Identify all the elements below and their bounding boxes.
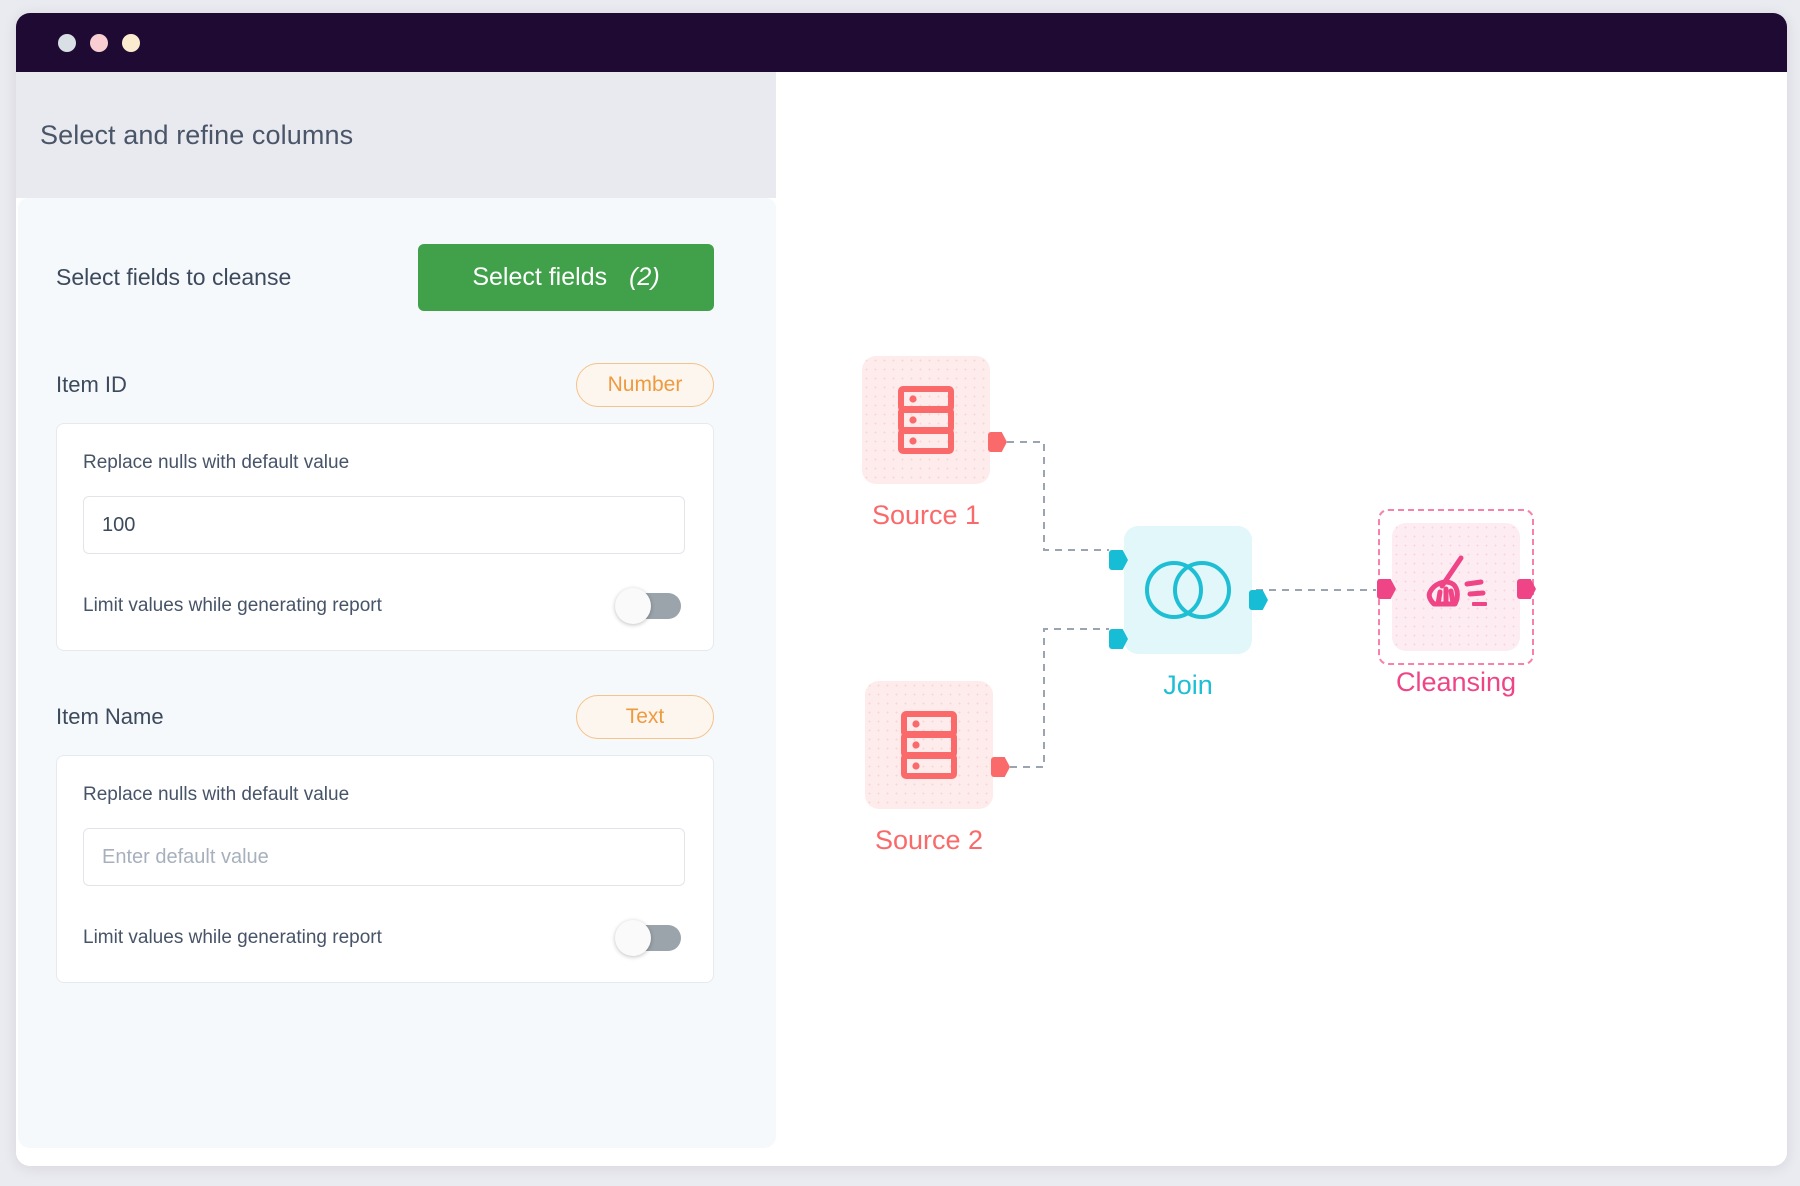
field-card: Replace nulls with default value Limit v… [56, 755, 714, 983]
minimize-dot[interactable] [90, 33, 108, 52]
field-card: Replace nulls with default value Limit v… [56, 423, 714, 651]
select-fields-button-label: Select fields [472, 263, 608, 291]
status-badge[interactable]: Text [576, 695, 714, 739]
limit-values-label: Limit values while generating report [83, 595, 382, 616]
select-fields-label: Select fields to cleanse [56, 264, 292, 290]
status-badge[interactable]: Number [576, 363, 714, 407]
flow-canvas[interactable]: Source 1 Source 2 Join Cleansing [776, 72, 1787, 1166]
database-icon [901, 711, 957, 779]
app-window: Select and refine columns Select fields … [16, 13, 1787, 1166]
input-port[interactable] [1377, 579, 1396, 599]
flow-node-label: Cleansing [1395, 667, 1517, 697]
toggle-knob [615, 920, 651, 956]
field-name-label: Item Name [56, 704, 164, 729]
node-box[interactable] [862, 356, 1007, 484]
limit-values-row: Limit values while generating report [83, 920, 685, 956]
toggle-knob [615, 588, 651, 624]
panel-header: Select and refine columns [16, 72, 776, 198]
database-icon [898, 386, 954, 454]
input-port-top[interactable] [1109, 550, 1128, 570]
flow-node-label: Join [1163, 670, 1213, 700]
limit-values-toggle[interactable] [615, 588, 681, 624]
close-dot[interactable] [58, 33, 76, 52]
flow-node-cleansing[interactable]: Cleansing [1377, 509, 1536, 698]
limit-values-row: Limit values while generating report [83, 588, 685, 624]
default-value-label: Replace nulls with default value [83, 452, 350, 473]
default-value-label: Replace nulls with default value [83, 784, 350, 805]
output-port[interactable] [991, 757, 1010, 777]
output-port[interactable] [1517, 579, 1536, 599]
select-fields-button[interactable]: Select fields (2) [418, 244, 714, 311]
venn-circles-icon [1145, 561, 1231, 619]
flow-node-label: Source 1 [871, 500, 981, 530]
settings-panel: Select and refine columns Select fields … [16, 72, 776, 1166]
panel-body: Select fields to cleanse Select fields (… [18, 198, 776, 1148]
page-title: Select and refine columns [40, 119, 354, 150]
field-group-item-id: Item ID Number Replace nulls with defaul… [56, 363, 742, 651]
flow-node-label: Source 2 [874, 825, 984, 855]
output-port[interactable] [1249, 590, 1268, 610]
limit-values-label: Limit values while generating report [83, 927, 382, 948]
node-box[interactable] [1377, 509, 1536, 665]
default-value-input[interactable] [83, 828, 685, 886]
flow-node-join[interactable]: Join [1109, 526, 1268, 701]
field-group-item-name: Item Name Text Replace nulls with defaul… [56, 695, 742, 983]
flow-node-source1[interactable]: Source 1 [862, 356, 1007, 531]
node-box[interactable] [865, 681, 1010, 809]
title-bar [16, 13, 1787, 72]
field-name-label: Item ID [56, 372, 127, 397]
select-fields-row: Select fields to cleanse Select fields (… [56, 244, 742, 311]
select-fields-count: (2) [629, 263, 660, 291]
connection-wires [929, 441, 1376, 768]
broom-icon [1426, 555, 1487, 607]
output-port[interactable] [988, 432, 1007, 452]
default-value-input[interactable] [83, 496, 685, 554]
flow-node-source2[interactable]: Source 2 [865, 681, 1010, 856]
node-box[interactable] [1109, 526, 1268, 654]
input-port-bottom[interactable] [1109, 629, 1128, 649]
window-body: Select and refine columns Select fields … [16, 72, 1787, 1166]
limit-values-toggle[interactable] [615, 920, 681, 956]
field-header: Item ID Number [56, 363, 742, 407]
field-header: Item Name Text [56, 695, 742, 739]
maximize-dot[interactable] [122, 33, 140, 52]
